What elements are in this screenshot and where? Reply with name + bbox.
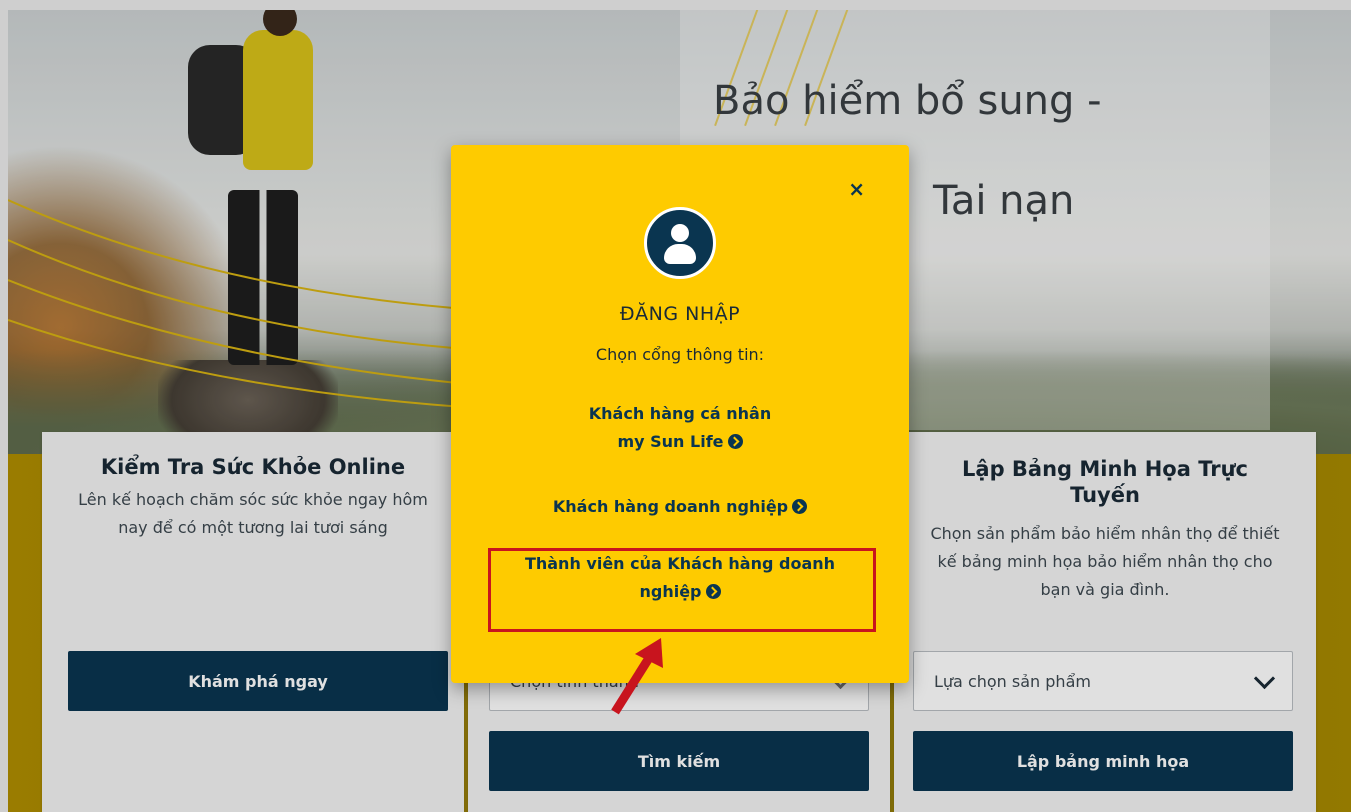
personal-customer-link[interactable]: Khách hàng cá nhân my Sun Life	[491, 400, 869, 456]
close-icon[interactable]: ×	[848, 179, 865, 199]
modal-title: ĐĂNG NHẬP	[619, 303, 741, 325]
user-icon	[644, 207, 716, 279]
business-customer-link[interactable]: Khách hàng doanh nghiệp	[491, 493, 869, 521]
link-label: Khách hàng doanh nghiệp	[552, 497, 789, 516]
chevron-circle-right-icon	[792, 499, 808, 514]
highlight-box	[488, 548, 876, 632]
modal-subtitle: Chọn cổng thông tin:	[595, 345, 765, 364]
chevron-circle-right-icon	[727, 434, 743, 449]
link-label: Khách hàng cá nhân	[588, 404, 772, 423]
link-label: my Sun Life	[617, 432, 724, 451]
red-arrow-annotation	[611, 638, 663, 715]
